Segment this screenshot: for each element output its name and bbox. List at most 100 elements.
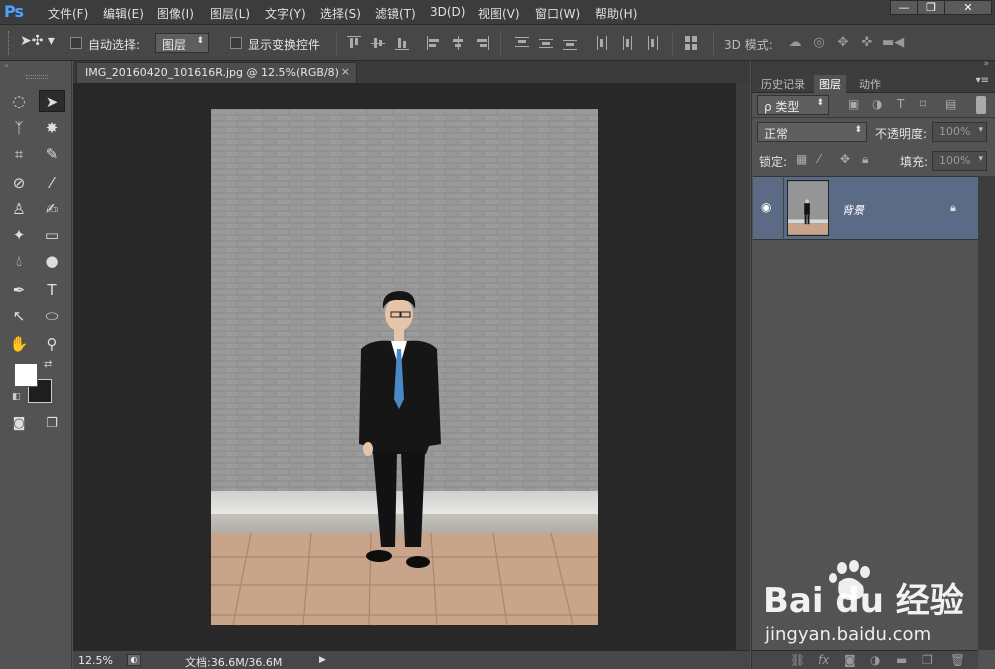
menu-file[interactable]: 文件(F) [48,5,88,22]
restore-button[interactable]: ❐ [917,0,945,15]
collapse-panel-icon[interactable]: » [983,59,989,69]
blur-tool-icon[interactable]: 💧︎ [6,250,32,272]
hand-tool-icon[interactable]: ✋ [6,333,32,355]
close-icon[interactable]: × [341,65,350,78]
show-transform-checkbox[interactable] [230,37,242,49]
filter-adjustment-icon[interactable]: ◑ [872,97,882,111]
add-mask-icon[interactable]: ◙ [844,653,856,667]
tab-layers[interactable]: 图层 [814,75,846,94]
document-image[interactable] [211,109,598,625]
layer-name[interactable]: 背景 [842,202,864,218]
move-tool-icon[interactable]: ➤ [39,90,65,112]
menu-filter[interactable]: 滤镜(T) [375,5,416,22]
opacity-input[interactable]: 100% ▾ [932,122,987,142]
foreground-color-swatch[interactable] [14,363,38,387]
align-hcenter-icon[interactable] [451,36,465,50]
ellipse-tool-icon[interactable]: ⬭ [39,305,65,327]
minimize-button[interactable]: — [890,0,918,15]
healing-brush-tool-icon[interactable]: ⊘ [6,172,32,194]
menu-view[interactable]: 视图(V) [478,5,520,22]
filter-pixel-icon[interactable]: ▣ [848,97,859,111]
layer-visibility-cell[interactable]: ◉ [753,176,784,240]
3d-drag-icon[interactable]: ✥ [834,36,852,50]
grip-handle[interactable] [8,31,11,55]
status-info-icon[interactable]: ◐ [127,654,141,666]
menu-type[interactable]: 文字(Y) [265,5,306,22]
lasso-tool-icon[interactable]: ᛉ [6,117,32,139]
layer-style-icon[interactable]: fx [818,653,829,667]
auto-align-icon[interactable] [684,36,698,50]
menu-image[interactable]: 图像(I) [157,5,194,22]
delete-layer-icon[interactable]: 🗑︎ [950,653,965,667]
fill-input[interactable]: 100% ▾ [932,151,987,171]
zoom-level[interactable]: 12.5% [78,654,113,667]
align-left-icon[interactable] [427,36,441,50]
clone-stamp-tool-icon[interactable]: ♙ [6,198,32,220]
eyedropper-tool-icon[interactable]: ✎ [39,143,65,165]
tab-actions[interactable]: 动作 [854,75,886,93]
auto-select-checkbox[interactable] [70,37,82,49]
filter-type-icon[interactable]: T [897,97,904,111]
brush-tool-icon[interactable]: ⁄ [39,172,65,194]
blend-mode-dropdown[interactable]: 正常 ⬍ [757,122,867,142]
magic-wand-tool-icon[interactable]: ✸ [39,117,65,139]
pen-tool-icon[interactable]: ✒ [6,279,32,301]
distribute-hcenter-icon[interactable] [620,36,634,50]
document-tab[interactable]: IMG_20160420_101616R.jpg @ 12.5%(RGB/8) … [76,62,357,83]
align-vcenter-icon[interactable] [371,36,385,50]
type-tool-icon[interactable]: T [39,279,65,301]
filter-smart-object-icon[interactable]: ▤ [945,97,956,111]
new-group-icon[interactable]: ▬ [896,653,907,667]
distribute-vcenter-icon[interactable] [539,36,553,50]
dodge-tool-icon[interactable]: ● [39,250,65,272]
link-layers-icon[interactable]: ⛓ [790,653,805,667]
3d-roll-icon[interactable]: ◎ [810,36,828,50]
3d-scale-icon[interactable]: ▬◀ [882,36,904,50]
filter-shape-icon[interactable]: ⌑ [920,97,926,111]
toolbox-grip[interactable] [26,75,48,79]
align-bottom-icon[interactable] [395,36,409,50]
swap-colors-icon[interactable]: ⇄ [44,359,52,370]
lock-all-icon[interactable]: 🔒︎ [862,152,868,167]
move-tool-preset-icon[interactable]: ➤✣ ▾ [20,33,60,53]
panel-menu-icon[interactable]: ▾≡ [976,75,989,86]
eye-icon[interactable]: ◉ [761,200,771,214]
align-top-icon[interactable] [347,36,361,50]
vertical-scrollbar[interactable] [735,83,750,650]
screen-mode-icon[interactable]: ❐ [39,413,65,435]
gradient-tool-icon[interactable]: ▭ [39,224,65,246]
distribute-top-icon[interactable] [515,36,529,50]
menu-edit[interactable]: 编辑(E) [103,5,144,22]
new-layer-icon[interactable]: ❐ [922,653,933,667]
menu-layer[interactable]: 图层(L) [210,5,250,22]
lock-position-icon[interactable]: ✥ [840,152,850,166]
menu-select[interactable]: 选择(S) [320,5,361,22]
3d-rotate-icon[interactable]: ☁ [786,36,804,50]
menu-3d[interactable]: 3D(D) [430,5,465,19]
tab-history[interactable]: 历史记录 [756,75,810,93]
status-menu-arrow-icon[interactable]: ▶ [319,655,329,666]
crop-tool-icon[interactable]: ⌗ [6,143,32,165]
layer-filter-dropdown[interactable]: ρ 类型 ⬍ [757,95,829,115]
menu-help[interactable]: 帮助(H) [595,5,637,22]
eraser-tool-icon[interactable]: ✦ [6,224,32,246]
close-window-button[interactable]: ✕ [944,0,992,15]
menu-window[interactable]: 窗口(W) [535,5,580,22]
history-brush-tool-icon[interactable]: ✍ [39,198,65,220]
align-right-icon[interactable] [475,36,489,50]
auto-select-dropdown[interactable]: 图层 ⬍ [155,33,209,53]
marquee-tool-icon[interactable]: ◌ [6,90,32,112]
zoom-tool-icon[interactable]: ⚲ [39,333,65,355]
quick-mask-icon[interactable]: ◙ [6,413,32,435]
lock-transparent-icon[interactable]: ▦ [796,152,807,166]
distribute-right-icon[interactable] [644,36,658,50]
distribute-left-icon[interactable] [596,36,610,50]
filter-toggle-switch[interactable] [976,96,986,114]
toolbox-header[interactable]: « [4,62,68,70]
lock-pixels-icon[interactable]: ⁄ [818,152,820,166]
3d-slide-icon[interactable]: ✜ [858,36,876,50]
distribute-bottom-icon[interactable] [563,36,577,50]
default-colors-icon[interactable]: ◧ [12,392,21,402]
new-adjustment-icon[interactable]: ◑ [870,653,880,667]
path-selection-tool-icon[interactable]: ↖ [6,305,32,327]
